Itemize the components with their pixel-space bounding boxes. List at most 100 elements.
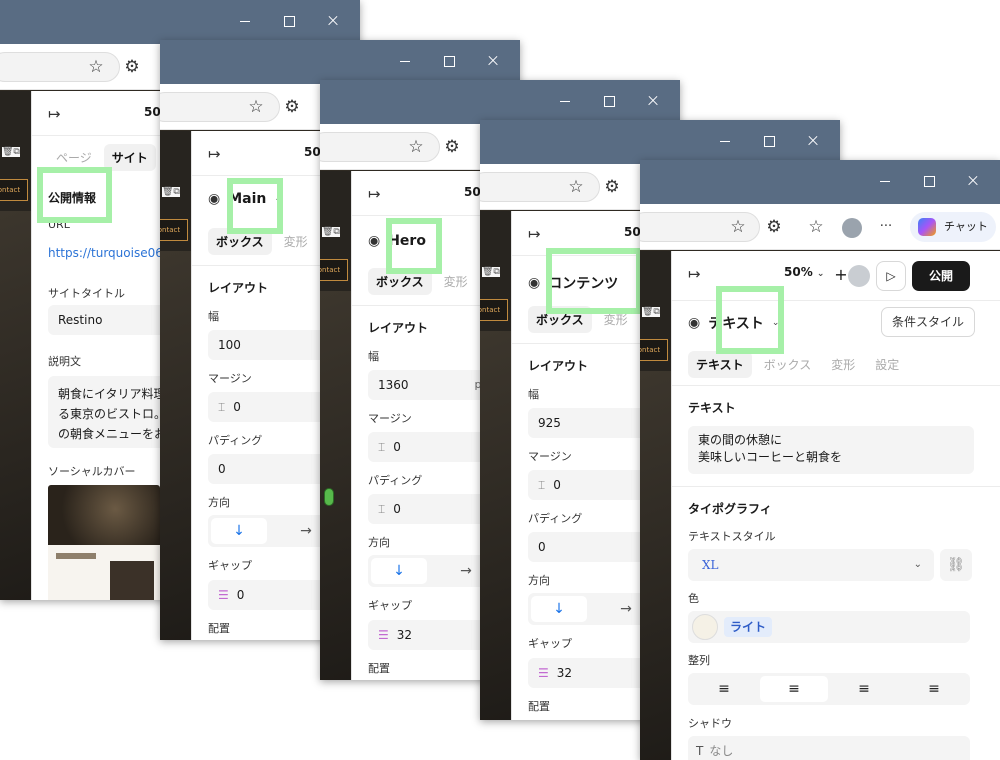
title-bar	[320, 80, 680, 124]
preview-play-button[interactable]: ▷	[876, 261, 906, 291]
maximize-icon[interactable]	[922, 174, 936, 188]
maximize-icon[interactable]	[602, 94, 616, 108]
eye-icon[interactable]: ◉	[528, 275, 540, 291]
layout-title: レイアウト	[208, 281, 269, 295]
text-section-title: テキスト	[688, 401, 736, 415]
layout-title: レイアウト	[368, 321, 429, 335]
minimize-icon[interactable]	[558, 94, 572, 108]
width-label: 幅	[208, 310, 219, 323]
close-icon[interactable]	[646, 94, 660, 108]
publish-button[interactable]: 公開	[912, 261, 970, 291]
collapse-panel-icon[interactable]: ↦	[208, 145, 221, 163]
social-cover-label: ソーシャルカバー	[48, 465, 136, 478]
tab-transform[interactable]: 変形	[823, 351, 863, 378]
color-field[interactable]: ライト	[688, 611, 970, 643]
site-preview: 🗑⧉ contact	[320, 171, 351, 680]
align-center-icon[interactable]: ≡	[760, 676, 828, 702]
close-icon[interactable]	[486, 54, 500, 68]
contact-button-preview[interactable]: contact	[320, 259, 348, 281]
collapse-panel-icon[interactable]: ↦	[48, 105, 61, 123]
extensions-icon[interactable]: ⚙	[764, 217, 784, 237]
direction-down-button[interactable]: ↓	[531, 596, 587, 622]
placement-label: 配置	[528, 700, 550, 713]
color-swatch[interactable]	[692, 614, 718, 640]
typography-section-title: タイポグラフィ	[688, 502, 772, 516]
minimize-icon[interactable]	[398, 54, 412, 68]
close-icon[interactable]	[326, 14, 340, 28]
maximize-icon[interactable]	[442, 54, 456, 68]
maximize-icon[interactable]	[282, 14, 296, 28]
collapse-panel-icon[interactable]: ↦	[688, 265, 701, 283]
shadow-field[interactable]: T なし	[688, 736, 970, 760]
align-right-icon[interactable]: ≡	[830, 676, 898, 702]
site-preview: 🗑⧉ contact	[480, 211, 511, 720]
align-left-icon[interactable]: ≡	[690, 676, 758, 702]
margin-icon: ⌶	[378, 440, 386, 454]
close-icon[interactable]	[806, 134, 820, 148]
star-icon[interactable]: ☆	[566, 177, 586, 197]
direction-label: 方向	[208, 496, 230, 509]
text-content-field[interactable]: 東の間の休憩に 美味しいコーヒーと朝食を	[688, 426, 974, 474]
toolbar-icons: 🗑⧉	[642, 307, 660, 317]
site-preview: 🗑⧉ contact	[640, 251, 671, 760]
eye-icon[interactable]: ◉	[208, 191, 220, 207]
text-shadow-icon: T	[696, 744, 704, 758]
contact-button-preview[interactable]: contact	[640, 339, 668, 361]
contact-button-preview[interactable]: contact	[480, 299, 508, 321]
site-url-link[interactable]: https://turquoise063	[48, 246, 170, 260]
gap-icon: ☰	[218, 588, 229, 602]
contact-button-preview[interactable]: contact	[0, 179, 28, 201]
social-cover-image[interactable]	[48, 485, 160, 600]
star-icon[interactable]: ☆	[406, 137, 426, 157]
minimize-icon[interactable]	[878, 174, 892, 188]
minimize-icon[interactable]	[238, 14, 252, 28]
align-justify-icon[interactable]: ≡	[900, 676, 968, 702]
width-label: 幅	[528, 388, 539, 401]
close-icon[interactable]	[966, 174, 980, 188]
maximize-icon[interactable]	[762, 134, 776, 148]
toolbar-icons: 🗑⧉	[162, 187, 180, 197]
chevron-down-icon: ⌄	[913, 559, 922, 570]
scrollbar-handle[interactable]	[324, 488, 334, 506]
direction-down-button[interactable]: ↓	[211, 518, 267, 544]
contact-button-preview[interactable]: contact	[160, 219, 188, 241]
minimize-icon[interactable]	[718, 134, 732, 148]
collapse-panel-icon[interactable]: ↦	[368, 185, 381, 203]
gap-label: ギャップ	[528, 637, 572, 650]
cover-photo	[110, 561, 154, 600]
collapse-panel-icon[interactable]: ↦	[528, 225, 541, 243]
divider	[672, 385, 1000, 386]
more-icon[interactable]: ···	[876, 217, 896, 237]
direction-down-button[interactable]: ↓	[371, 558, 427, 584]
extensions-icon[interactable]: ⚙	[602, 177, 622, 197]
star-icon[interactable]: ☆	[246, 97, 266, 117]
text-style-value: XL	[702, 558, 719, 572]
star-icon[interactable]: ☆	[728, 217, 748, 237]
profile-avatar[interactable]	[842, 218, 862, 238]
conditional-style-button[interactable]: 条件スタイル	[881, 307, 976, 337]
placement-label: 配置	[368, 662, 390, 675]
zoom-level[interactable]: 50% ⌄	[784, 265, 824, 279]
tab-settings[interactable]: 設定	[867, 351, 907, 378]
favorites-icon[interactable]: ☆	[806, 217, 826, 237]
padding-value: 0	[218, 462, 226, 476]
width-value: 100	[218, 338, 241, 352]
extensions-icon[interactable]: ⚙	[442, 137, 462, 157]
extensions-icon[interactable]: ⚙	[122, 57, 142, 77]
text-style-select[interactable]: XL ⌄	[688, 549, 934, 581]
highlight-box	[386, 218, 442, 274]
browser-window-5: ☆ ⚙ ☆ ··· チャット 🗑⧉ contact ↦ 50% ⌄ + ▷ 公開…	[640, 160, 1000, 760]
text-style-label: テキストスタイル	[688, 530, 776, 543]
gap-value: 0	[236, 588, 245, 602]
tab-text[interactable]: テキスト	[688, 351, 752, 378]
text-align-toggle: ≡ ≡ ≡ ≡	[688, 673, 970, 705]
star-icon[interactable]: ☆	[86, 57, 106, 77]
extensions-icon[interactable]: ⚙	[282, 97, 302, 117]
eye-icon[interactable]: ◉	[688, 315, 700, 331]
tab-box[interactable]: ボックス	[756, 351, 820, 378]
chat-button[interactable]: チャット	[910, 212, 996, 242]
property-tabs: テキスト ボックス 変形 設定	[688, 351, 907, 378]
unlink-style-icon[interactable]: ⛓	[940, 549, 972, 581]
eye-icon[interactable]: ◉	[368, 233, 380, 249]
description-label: 説明文	[48, 355, 81, 368]
